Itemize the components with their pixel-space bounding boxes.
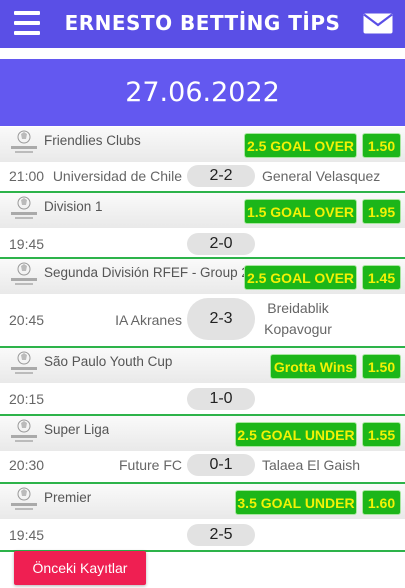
match-card[interactable]: Friendlies Clubs 2.5 GOAL OVER 1.50 21:0…	[0, 127, 405, 193]
score-row: 19:45 2-5	[0, 519, 405, 550]
odds-badge: 1.55	[362, 422, 401, 447]
league-logo-icon	[11, 262, 37, 285]
league-name: São Paulo Youth Cup	[44, 354, 173, 369]
envelope-icon[interactable]	[363, 13, 393, 34]
match-card[interactable]: Premier 3.5 GOAL UNDER 1.60 19:45 2-5	[0, 484, 405, 552]
match-card[interactable]: Segunda División RFEF - Group 2 2.5 GOAL…	[0, 259, 405, 348]
league-logo-icon	[11, 419, 37, 442]
home-team: Universidad de Chile	[52, 168, 182, 184]
match-time: 19:45	[9, 527, 45, 543]
league-row: Division 1 1.5 GOAL OVER 1.95	[0, 193, 405, 228]
match-time: 20:30	[9, 457, 45, 473]
away-team: General Velasquez	[262, 168, 381, 184]
date-label: 27.06.2022	[125, 77, 280, 108]
away-team: Talaea El Gaish	[262, 457, 361, 473]
league-row: Friendlies Clubs 2.5 GOAL OVER 1.50	[0, 127, 405, 162]
odds-badge: 1.45	[362, 265, 401, 290]
odds-badge: 1.60	[362, 490, 401, 515]
league-row: Segunda División RFEF - Group 2 2.5 GOAL…	[0, 259, 405, 294]
league-row: Premier 3.5 GOAL UNDER 1.60	[0, 484, 405, 519]
match-time: 19:45	[9, 236, 45, 252]
league-name: Super Liga	[44, 422, 110, 437]
match-card[interactable]: São Paulo Youth Cup Grotta Wins 1.50 20:…	[0, 348, 405, 416]
score-pill: 0-1	[187, 454, 255, 476]
tip-badge: 2.5 GOAL UNDER	[235, 422, 357, 447]
tip-badge: 1.5 GOAL OVER	[244, 199, 357, 224]
league-name: Friendlies Clubs	[44, 133, 141, 148]
score-pill: 2-0	[187, 233, 255, 255]
score-row: 20:15 1-0	[0, 383, 405, 414]
score-row: 19:45 2-0	[0, 228, 405, 257]
date-banner: 27.06.2022	[0, 59, 405, 126]
score-pill: 2-5	[187, 524, 255, 546]
match-time: 21:00	[9, 168, 45, 184]
match-card[interactable]: Super Liga 2.5 GOAL UNDER 1.55 20:30 Fut…	[0, 416, 405, 484]
league-row: São Paulo Youth Cup Grotta Wins 1.50	[0, 348, 405, 383]
match-list: Friendlies Clubs 2.5 GOAL OVER 1.50 21:0…	[0, 127, 405, 552]
league-row: Super Liga 2.5 GOAL UNDER 1.55	[0, 416, 405, 451]
league-logo-icon	[11, 487, 37, 510]
score-pill: 1-0	[187, 388, 255, 410]
tip-badge: 2.5 GOAL OVER	[244, 265, 357, 290]
league-logo-icon	[11, 196, 37, 219]
app-title: ERNESTO BETTİNG TİPS	[64, 11, 341, 35]
tip-badge: 3.5 GOAL UNDER	[235, 490, 357, 515]
league-logo-icon	[11, 130, 37, 153]
league-logo-icon	[11, 351, 37, 374]
match-time: 20:15	[9, 391, 45, 407]
odds-badge: 1.50	[362, 133, 401, 158]
tip-badge: Grotta Wins	[270, 354, 357, 379]
match-time: 20:45	[9, 312, 45, 328]
home-team: IA Akranes	[115, 312, 182, 328]
score-row: 21:00 Universidad de Chile 2-2 General V…	[0, 162, 405, 191]
tip-badge: 2.5 GOAL OVER	[244, 133, 357, 158]
previous-records-button[interactable]: Önceki Kayıtlar	[14, 551, 146, 585]
league-name: Division 1	[44, 199, 103, 214]
league-name: Segunda División RFEF - Group 2	[44, 265, 246, 280]
top-app-bar: ERNESTO BETTİNG TİPS	[0, 0, 405, 48]
match-card[interactable]: Division 1 1.5 GOAL OVER 1.95 19:45 2-0	[0, 193, 405, 259]
league-name: Premier	[44, 490, 92, 505]
score-row: 20:45 IA Akranes 2-3 Breidablik Kopavogu…	[0, 294, 405, 346]
odds-badge: 1.50	[362, 354, 401, 379]
score-pill: 2-2	[187, 165, 255, 187]
odds-badge: 1.95	[362, 199, 401, 224]
away-team: Breidablik Kopavogur	[264, 300, 332, 337]
home-team: Future FC	[118, 457, 182, 473]
score-row: 20:30 Future FC 0-1 Talaea El Gaish	[0, 451, 405, 482]
score-pill: 2-3	[187, 298, 255, 340]
